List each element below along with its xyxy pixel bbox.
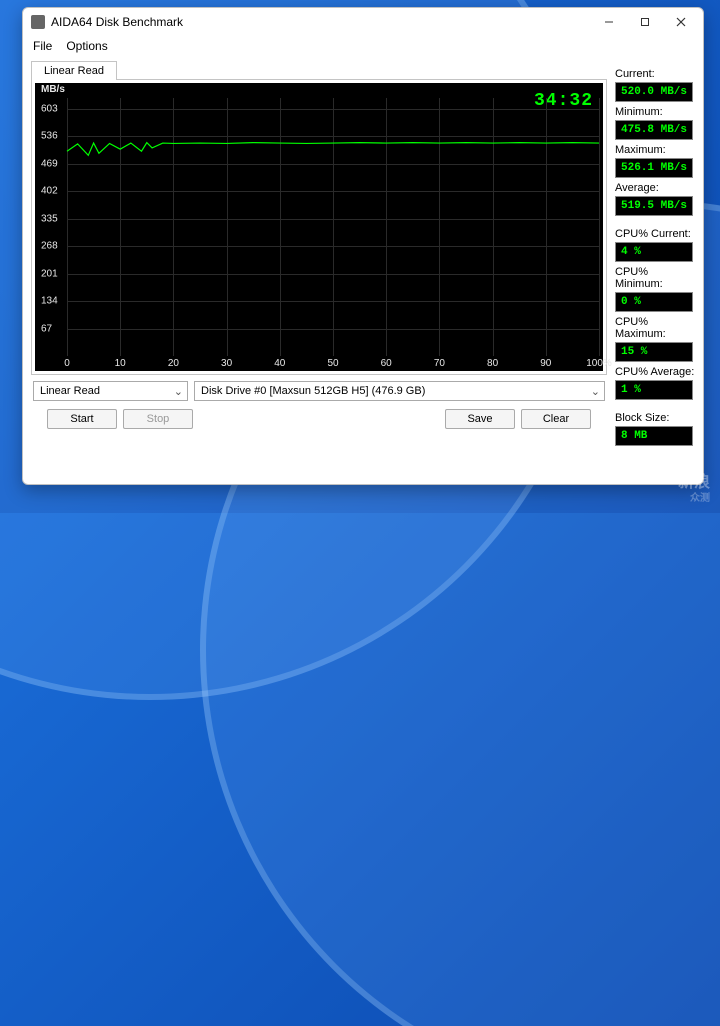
stat-cpu-maximum-label: CPU% Maximum: bbox=[615, 316, 695, 340]
stop-button: Stop bbox=[123, 409, 193, 429]
test-mode-select[interactable]: Linear Read ⌄ bbox=[33, 381, 188, 401]
stat-cpu-current-value: 4 % bbox=[615, 242, 693, 262]
stats-panel: Current: 520.0 MB/s Minimum: 475.8 MB/s … bbox=[615, 60, 695, 476]
stat-minimum-value: 475.8 MB/s bbox=[615, 120, 693, 140]
app-icon bbox=[31, 15, 45, 29]
stat-cpu-maximum-value: 15 % bbox=[615, 342, 693, 362]
stat-current-value: 520.0 MB/s bbox=[615, 82, 693, 102]
drive-value: Disk Drive #0 [Maxsun 512GB H5] (476.9 G… bbox=[201, 385, 425, 397]
stat-cpu-average-label: CPU% Average: bbox=[615, 366, 695, 378]
tab-linear-read[interactable]: Linear Read bbox=[31, 61, 117, 80]
start-button[interactable]: Start bbox=[47, 409, 117, 429]
stat-current-label: Current: bbox=[615, 68, 695, 80]
window-title: AIDA64 Disk Benchmark bbox=[51, 15, 591, 29]
menubar: File Options bbox=[23, 36, 703, 56]
stat-cpu-current-label: CPU% Current: bbox=[615, 228, 695, 240]
chart-area: MB/s 34:32 67134201268335402469536603010… bbox=[35, 83, 603, 371]
chevron-down-icon: ⌄ bbox=[168, 385, 183, 398]
tab-bar: Linear Read bbox=[31, 60, 607, 80]
stat-blocksize-value: 8 MB bbox=[615, 426, 693, 446]
stat-maximum-label: Maximum: bbox=[615, 144, 695, 156]
chart-frame: MB/s 34:32 67134201268335402469536603010… bbox=[31, 80, 607, 375]
stat-cpu-minimum-value: 0 % bbox=[615, 292, 693, 312]
stat-blocksize-label: Block Size: bbox=[615, 412, 695, 424]
titlebar: AIDA64 Disk Benchmark bbox=[23, 8, 703, 36]
stat-maximum-value: 526.1 MB/s bbox=[615, 158, 693, 178]
stat-average-value: 519.5 MB/s bbox=[615, 196, 693, 216]
test-mode-value: Linear Read bbox=[40, 385, 100, 397]
chevron-down-icon: ⌄ bbox=[585, 385, 600, 398]
stat-cpu-average-value: 1 % bbox=[615, 380, 693, 400]
stat-average-label: Average: bbox=[615, 182, 695, 194]
app-window: AIDA64 Disk Benchmark File Options Linea… bbox=[22, 7, 704, 485]
close-button[interactable] bbox=[663, 11, 699, 33]
drive-select[interactable]: Disk Drive #0 [Maxsun 512GB H5] (476.9 G… bbox=[194, 381, 605, 401]
stat-minimum-label: Minimum: bbox=[615, 106, 695, 118]
save-button[interactable]: Save bbox=[445, 409, 515, 429]
watermark: 新浪 众测 bbox=[678, 475, 710, 507]
menu-options[interactable]: Options bbox=[66, 36, 107, 56]
clear-button[interactable]: Clear bbox=[521, 409, 591, 429]
menu-file[interactable]: File bbox=[33, 36, 52, 56]
stat-cpu-minimum-label: CPU% Minimum: bbox=[615, 266, 695, 290]
maximize-button[interactable] bbox=[627, 11, 663, 33]
chart-line bbox=[35, 83, 603, 371]
minimize-button[interactable] bbox=[591, 11, 627, 33]
